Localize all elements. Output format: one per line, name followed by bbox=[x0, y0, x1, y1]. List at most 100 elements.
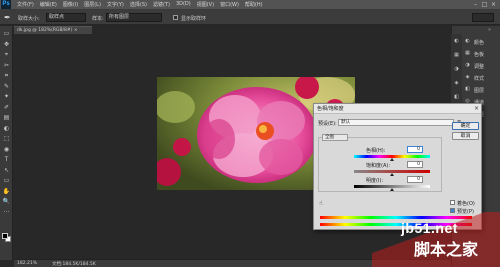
colorize-checkbox[interactable] bbox=[450, 200, 455, 205]
tool-icon-13[interactable]: ↖ bbox=[2, 167, 11, 175]
tool-icon-0[interactable]: ▭ bbox=[2, 30, 11, 38]
hue-input[interactable]: 0 bbox=[407, 146, 423, 153]
watermark-site: jb51.net bbox=[401, 220, 458, 236]
dock-column-icon-2[interactable]: ◑ bbox=[453, 66, 460, 73]
dock-column-icon-0[interactable]: ◐ bbox=[453, 38, 460, 45]
panel-item-label: 样式 bbox=[474, 76, 485, 82]
tool-icon-8[interactable]: ▤ bbox=[2, 114, 11, 122]
panel-item-label: 图层 bbox=[474, 88, 485, 94]
menu-item-3[interactable]: 图层(L) bbox=[84, 1, 101, 8]
saturation-slider[interactable] bbox=[354, 170, 430, 176]
workspace-select[interactable] bbox=[472, 13, 494, 22]
panel-item-1[interactable]: ▦ 色板 bbox=[464, 48, 498, 60]
window-controls: – □ × bbox=[471, 0, 498, 9]
hue-saturation-dialog: 色相/饱和度 × 预设(E): 默认 ≡ 确定 取消 全图 色相(H): 0 饱… bbox=[313, 103, 482, 230]
ok-button[interactable]: 确定 bbox=[452, 122, 479, 130]
minimize-icon[interactable]: – bbox=[471, 0, 480, 9]
menu-item-7[interactable]: 3D(D) bbox=[176, 1, 191, 8]
menu-item-4[interactable]: 文字(Y) bbox=[107, 1, 124, 8]
menu-item-6[interactable]: 滤镜(T) bbox=[153, 1, 170, 8]
preview-checkbox[interactable] bbox=[450, 208, 455, 213]
tool-icon-17[interactable]: ··· bbox=[2, 209, 11, 217]
tool-icon-4[interactable]: ⌗ bbox=[2, 72, 11, 80]
tool-icon-11[interactable]: ◉ bbox=[2, 146, 11, 154]
colorize-label: 着色(O) bbox=[457, 201, 475, 207]
dialog-title: 色相/饱和度 bbox=[314, 104, 481, 114]
ps-logo-icon: Ps bbox=[1, 0, 11, 9]
tool-icon-16[interactable]: 🔍 bbox=[2, 198, 11, 206]
menu-items: 文件(F) 编辑(E) 图像(I) 图层(L) 文字(Y) 选择(S) 滤镜(T) 3D(D)… bbox=[17, 1, 269, 8]
color-icon: ◐ bbox=[465, 38, 470, 44]
hand-target-icon[interactable]: ☝ bbox=[319, 200, 323, 207]
show-ring-checkbox[interactable] bbox=[173, 15, 178, 20]
tool-icon-5[interactable]: ✎ bbox=[2, 83, 11, 91]
document-info: 文档:184.5K/184.5K bbox=[52, 262, 96, 267]
menu-item-0[interactable]: 文件(F) bbox=[17, 1, 34, 8]
document-tab[interactable]: dk.jpg @ 182%(RGB/8#) × bbox=[14, 26, 92, 34]
layers-icon: ◧ bbox=[465, 86, 470, 92]
swatches-icon: ▦ bbox=[465, 50, 470, 56]
dock-column-icon-3[interactable]: ◈ bbox=[453, 80, 460, 87]
lightness-slider[interactable] bbox=[354, 185, 430, 191]
saturation-input[interactable]: 0 bbox=[407, 161, 423, 168]
panel-item-3[interactable]: ◈ 样式 bbox=[464, 72, 498, 84]
hue-slider-thumb[interactable] bbox=[390, 158, 394, 161]
zoom-level[interactable]: 182.21% bbox=[17, 261, 37, 266]
status-bar: 182.21% 文档:184.5K/184.5K bbox=[14, 259, 451, 267]
panel-item-label: 颜色 bbox=[474, 40, 485, 46]
sample-select[interactable]: 所有图层 bbox=[106, 13, 162, 22]
dock-column-icon-1[interactable]: ▦ bbox=[453, 52, 460, 59]
adjustments-icon: ◑ bbox=[465, 62, 470, 68]
toolbox: ▭ ✥ ⌖ ✂ ⌗ ✎ ✦ ✐ ▤ ◐ ⬚ ◉ T ↖ ▭ ✋ 🔍 ··· bbox=[0, 26, 13, 260]
dialog-close-icon[interactable]: × bbox=[474, 105, 479, 112]
panel-item-0[interactable]: ◐ 颜色 bbox=[464, 36, 498, 48]
maximize-icon[interactable]: □ bbox=[480, 0, 489, 9]
tool-icon-3[interactable]: ✂ bbox=[2, 62, 11, 70]
menu-item-1[interactable]: 编辑(E) bbox=[40, 1, 57, 8]
channel-select[interactable]: 全图 bbox=[322, 134, 348, 141]
dock-collapse-icon[interactable]: » bbox=[488, 27, 491, 33]
preset-label: 预设(E): bbox=[318, 121, 337, 127]
panel-item-4[interactable]: ◧ 图层 bbox=[464, 84, 498, 96]
show-ring-label: 显示取样环 bbox=[181, 16, 207, 22]
menu-bar: Ps 文件(F) 编辑(E) 图像(I) 图层(L) 文字(Y) 选择(S) 滤镜(T) 3D… bbox=[0, 0, 500, 10]
tool-icon-15[interactable]: ✋ bbox=[2, 188, 11, 196]
panel-item-2[interactable]: ◑ 调整 bbox=[464, 60, 498, 72]
panel-item-label: 色板 bbox=[474, 52, 485, 58]
styles-icon: ◈ bbox=[465, 74, 470, 80]
hue-label: 色相(H): bbox=[366, 148, 386, 154]
preset-select[interactable]: 默认 bbox=[338, 119, 454, 126]
sample-size-label: 取样大小: bbox=[18, 16, 40, 22]
saturation-slider-thumb[interactable] bbox=[390, 173, 394, 176]
tool-icon-12[interactable]: T bbox=[2, 156, 11, 164]
menu-item-9[interactable]: 窗口(W) bbox=[220, 1, 239, 8]
cancel-button[interactable]: 取消 bbox=[452, 132, 479, 140]
tool-icon-14[interactable]: ▭ bbox=[2, 177, 11, 185]
tool-icon-1[interactable]: ✥ bbox=[2, 41, 11, 49]
lightness-slider-thumb[interactable] bbox=[390, 188, 394, 191]
tool-icon-7[interactable]: ✐ bbox=[2, 104, 11, 112]
menu-item-5[interactable]: 选择(S) bbox=[130, 1, 147, 8]
hue-slider[interactable] bbox=[354, 155, 430, 161]
menu-item-10[interactable]: 帮助(H) bbox=[245, 1, 263, 8]
foreground-color-swatch[interactable] bbox=[2, 233, 8, 239]
tool-icon-2[interactable]: ⌖ bbox=[2, 51, 11, 59]
tool-icon-6[interactable]: ✦ bbox=[2, 93, 11, 101]
sample-label: 样本: bbox=[92, 16, 104, 22]
menu-item-2[interactable]: 图像(I) bbox=[63, 1, 78, 8]
lightness-input[interactable]: 0 bbox=[407, 176, 423, 183]
lightness-label: 明度(I): bbox=[366, 178, 384, 184]
eyedropper-icon[interactable]: ✒ bbox=[4, 13, 11, 22]
dock-column-icon-4[interactable]: ◧ bbox=[453, 94, 460, 101]
options-bar: ✒ 取样大小: 取样点 样本: 所有图层 显示取样环 bbox=[0, 10, 500, 25]
panel-item-label: 调整 bbox=[474, 64, 485, 70]
menu-item-8[interactable]: 视图(V) bbox=[197, 1, 214, 8]
photoshop-window: Ps 文件(F) 编辑(E) 图像(I) 图层(L) 文字(Y) 选择(S) 滤镜(T) 3D… bbox=[0, 0, 500, 267]
tool-icon-10[interactable]: ⬚ bbox=[2, 135, 11, 143]
tool-icon-9[interactable]: ◐ bbox=[2, 125, 11, 133]
preview-label: 预览(P) bbox=[457, 209, 474, 215]
close-icon[interactable]: × bbox=[489, 0, 498, 9]
sample-size-select[interactable]: 取样点 bbox=[46, 13, 86, 22]
hue-range-bar-top bbox=[320, 216, 472, 219]
saturation-label: 饱和度(A): bbox=[366, 163, 391, 169]
